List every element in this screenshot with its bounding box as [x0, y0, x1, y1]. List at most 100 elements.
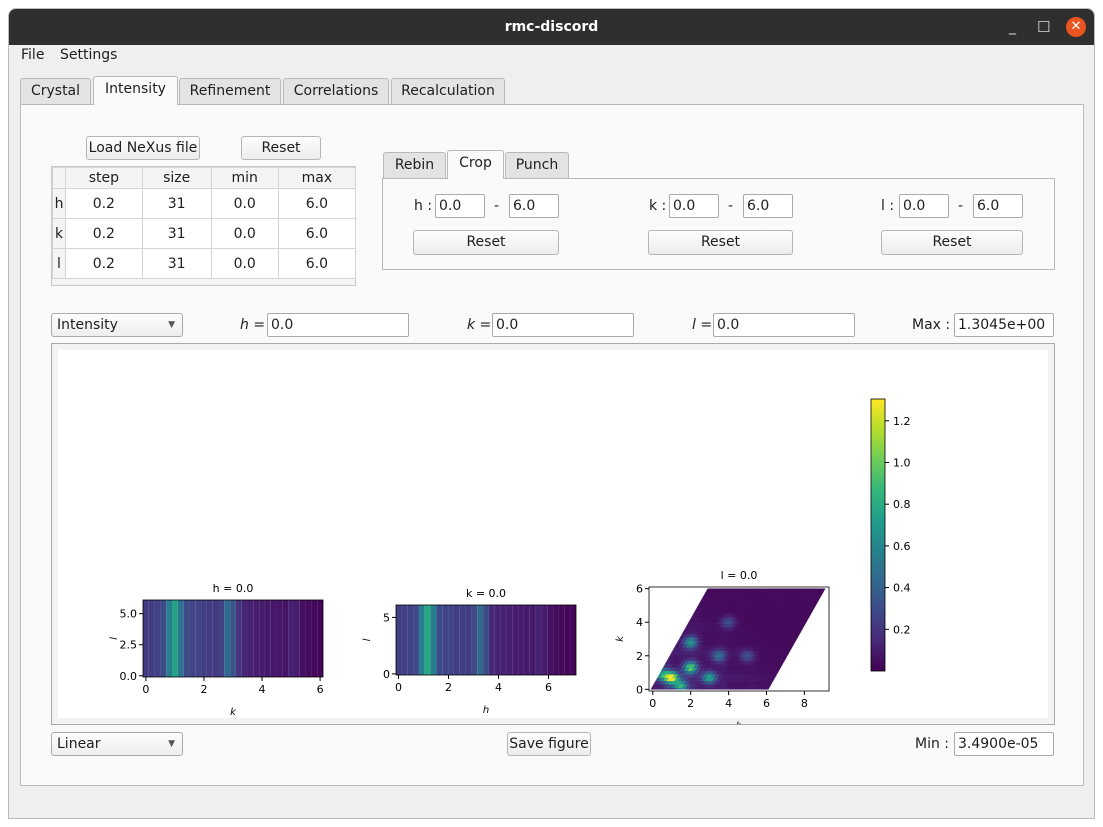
heatmap-column [143, 600, 149, 677]
l-slice-input[interactable]: 0.0 [713, 313, 855, 337]
heatmap-column [418, 605, 425, 675]
crop-h-reset-button[interactable]: Reset [413, 230, 559, 255]
minimize-button[interactable]: _ [1009, 9, 1016, 45]
table-cell[interactable]: 0.0 [210, 188, 279, 219]
colorbar-gradient [870, 398, 886, 672]
table-cell[interactable]: 31 [141, 218, 212, 249]
crop-l-max-input[interactable]: 6.0 [973, 194, 1023, 218]
x-tick-label: 0 [395, 681, 402, 694]
subtab-punch[interactable]: Punch [505, 152, 569, 178]
table-cell[interactable]: 6.0 [277, 248, 357, 279]
heatmap-column [154, 600, 161, 677]
table-cell[interactable]: 31 [141, 188, 212, 219]
dash: - [728, 198, 734, 214]
crop-box [382, 178, 1055, 270]
x-axis-label: h [483, 705, 489, 716]
maximize-button[interactable]: ☐ [1037, 9, 1050, 45]
tab-recalculation[interactable]: Recalculation [391, 78, 505, 104]
y-axis-label: l [109, 637, 120, 640]
figure-frame: 0 2 4 6 0.0 2.5 5.0 h = 0.0 k l 0 2 4 6 0 5 k = 0.0 h l 0 2 4… [51, 343, 1055, 725]
heatmap-column [401, 605, 408, 675]
close-button[interactable]: ✕ [1066, 17, 1086, 37]
crop-k-max-input[interactable]: 6.0 [743, 194, 793, 218]
menu-file[interactable]: File [21, 47, 44, 63]
crop-h-min-input[interactable]: 0.0 [435, 194, 485, 218]
save-figure-button[interactable]: Save figure [507, 732, 591, 756]
row-header: h [52, 188, 66, 219]
crop-k-min-input[interactable]: 0.0 [669, 194, 719, 218]
col-step: step [65, 167, 143, 189]
crop-h-max-input[interactable]: 6.0 [509, 194, 559, 218]
x-tick-label: 2 [200, 683, 207, 696]
y-tick-label: 4 [636, 616, 643, 629]
colorbar-tick-label: 0.8 [893, 498, 911, 511]
menu-settings[interactable]: Settings [60, 47, 117, 63]
tab-correlations[interactable]: Correlations [283, 78, 389, 104]
min-input[interactable]: 3.4900e-05 [954, 732, 1054, 756]
heatmap-column [177, 600, 184, 677]
reset-button[interactable]: Reset [241, 136, 321, 160]
colorbar-tick-label: 0.4 [893, 582, 911, 595]
x-tick-label: 8 [801, 697, 808, 710]
y-tick-label: 5.0 [120, 608, 138, 621]
table-cell[interactable]: 0.0 [210, 248, 279, 279]
heatmap-column [247, 600, 254, 677]
colorbar-tick-label: 1.0 [893, 456, 911, 469]
heatmap-column [293, 600, 300, 677]
heatmap-column [413, 605, 419, 675]
heatmap-column [305, 600, 312, 677]
table-cell[interactable]: 0.2 [65, 218, 143, 249]
dash: - [958, 198, 964, 214]
chevron-down-icon: ▼ [168, 739, 175, 749]
x-tick-label: 6 [317, 683, 324, 696]
h-slice-input[interactable]: 0.0 [267, 313, 409, 337]
h-slice-label: h = [240, 317, 266, 333]
crop-l-label: l : [881, 198, 895, 214]
crop-l-min-input[interactable]: 0.0 [899, 194, 949, 218]
x-tick-label: 6 [545, 681, 552, 694]
y-tick-label: 6 [636, 583, 643, 596]
subtab-crop[interactable]: Crop [447, 150, 504, 179]
heatmap-column [553, 605, 559, 675]
heatmap-column [564, 605, 571, 675]
heatmap-column [558, 605, 565, 675]
x-axis-label: h [736, 721, 742, 724]
table-cell[interactable]: 6.0 [277, 188, 357, 219]
table-cell[interactable]: 0.0 [210, 218, 279, 249]
heatmap-column [488, 605, 495, 675]
tab-crystal[interactable]: Crystal [20, 78, 91, 104]
heatmap-column [442, 605, 449, 675]
table-cell[interactable]: 0.2 [65, 188, 143, 219]
heatmap-column [506, 605, 513, 675]
heatmap-column [500, 605, 507, 675]
table-cell[interactable]: 0.2 [65, 248, 143, 279]
figure-canvas[interactable]: 0 2 4 60.02.55.0h = 0.0kl0 2 4 605k = 0.0hl0 2 4… [52, 344, 1054, 724]
max-input[interactable]: 1.3045e+00 [954, 313, 1054, 337]
subtab-rebin[interactable]: Rebin [383, 152, 446, 178]
table-cell[interactable]: 31 [141, 248, 212, 279]
tab-intensity[interactable]: Intensity [93, 76, 178, 105]
heatmap-column [201, 600, 207, 677]
table-cell[interactable]: 6.0 [277, 218, 357, 249]
binning-table: step size min max h 0.2 31 0.0 6.0 k 0.2 31 0.0 6… [51, 166, 357, 286]
y-tick-label: 2 [636, 650, 643, 663]
subplot-title: l = 0.0 [721, 569, 758, 582]
scale-value: Linear [57, 736, 101, 752]
heatmap-column [471, 605, 478, 675]
heatmap-column [183, 600, 190, 677]
scale-select[interactable]: Linear ▼ [51, 732, 183, 756]
heatmap-column [160, 600, 167, 677]
crop-l-reset-button[interactable]: Reset [881, 230, 1023, 255]
table-row: h 0.2 31 0.0 6.0 [52, 188, 357, 219]
tab-refinement[interactable]: Refinement [179, 78, 281, 104]
heatmap-column [407, 605, 414, 675]
plot-type-select[interactable]: Intensity ▼ [51, 313, 183, 337]
k-slice-input[interactable]: 0.0 [492, 313, 634, 337]
crop-k-reset-button[interactable]: Reset [648, 230, 793, 255]
plot-type-value: Intensity [57, 317, 118, 333]
colorbar-tick-label: 1.2 [893, 415, 911, 428]
y-tick-label: 0.0 [120, 670, 138, 683]
y-tick-label: 2.5 [120, 639, 138, 652]
title-bar: rmc-discord [9, 9, 1094, 45]
load-nexus-button[interactable]: Load NeXus file [86, 136, 200, 160]
